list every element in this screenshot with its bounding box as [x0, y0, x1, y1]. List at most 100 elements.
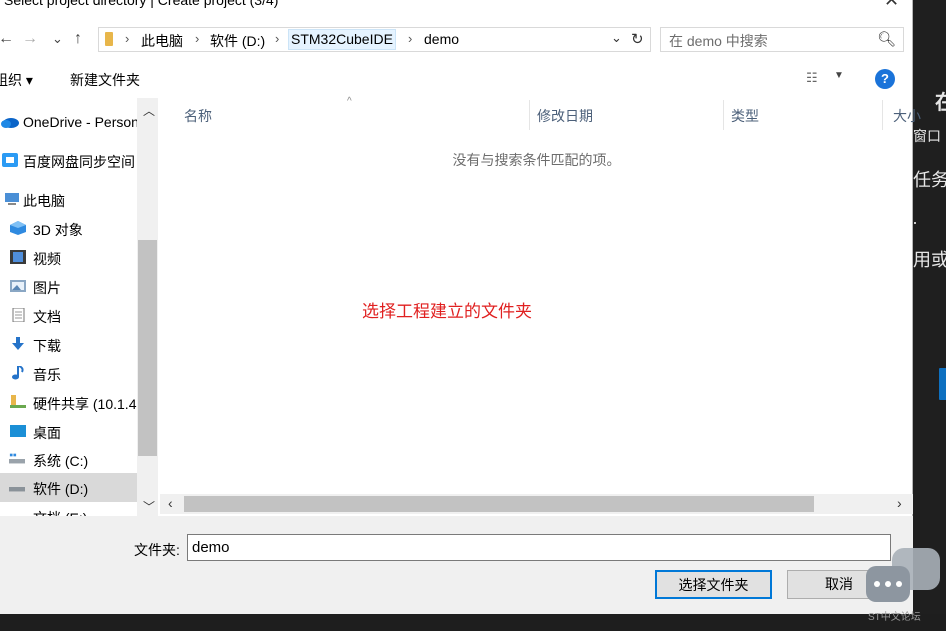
network-drive-icon [10, 395, 26, 408]
chevron-right-icon[interactable]: › [897, 495, 902, 511]
background-button[interactable] [939, 368, 946, 400]
chat-widget[interactable]: ST中文论坛 [866, 548, 942, 623]
folder-icon [105, 32, 113, 46]
taskbar-strip [0, 614, 946, 631]
sidebar-item-label: 系统 (C:) [33, 453, 89, 469]
forward-arrow-icon[interactable]: → [22, 30, 38, 48]
column-divider[interactable] [723, 100, 724, 130]
chevron-left-icon[interactable]: ‹ [168, 495, 173, 511]
sidebar-item-drive-e[interactable]: 文档 (E:) [0, 504, 137, 516]
search-placeholder: 在 demo 中搜索 [669, 33, 768, 49]
sidebar-item-drive-d[interactable]: 软件 (D:) [0, 473, 137, 502]
refresh-icon[interactable]: ↻ [631, 30, 644, 48]
computer-icon [5, 193, 19, 205]
chat-widget-caption: ST中文论坛 [868, 612, 921, 623]
chevron-right-icon[interactable]: › [125, 31, 129, 46]
column-header-type[interactable]: 类型 [731, 106, 759, 126]
dialog-footer: 文件夹: 选择文件夹 取消 [0, 516, 913, 614]
column-header-name[interactable]: 名称 [184, 106, 212, 126]
sidebar-item-label: 桌面 [33, 425, 61, 441]
sidebar-item-label: 文档 (E:) [33, 508, 87, 516]
sidebar-item-downloads[interactable]: 下载 [0, 332, 137, 358]
sidebar-item-desktop[interactable]: 桌面 [0, 419, 137, 445]
chevron-down-icon[interactable]: ⌄ [611, 30, 622, 46]
search-box[interactable]: 在 demo 中搜索 🔍︎ [660, 27, 904, 52]
folder-name-input[interactable] [187, 534, 891, 561]
new-folder-button[interactable]: 新建文件夹 [70, 70, 140, 90]
annotation-text: 选择工程建立的文件夹 [362, 302, 532, 321]
sidebar-item-network-share[interactable]: 硬件共享 (10.1.4 [0, 390, 137, 416]
address-bar[interactable]: › 此电脑 › 软件 (D:) › STM32CubeIDE › demo ⌄ … [98, 27, 651, 52]
breadcrumb-drive-d[interactable]: 软件 (D:) [210, 31, 265, 51]
column-header-modified[interactable]: 修改日期 [537, 106, 593, 126]
sidebar-item-label: 百度网盘同步空间 [23, 154, 135, 170]
picture-icon [10, 280, 26, 292]
view-options-icon[interactable]: ☷ [806, 70, 818, 86]
column-divider[interactable] [882, 100, 883, 130]
background-app-panel: 在 窗口 任务 用或 [913, 0, 946, 631]
sidebar-item-label: 硬件共享 (10.1.4 [33, 396, 137, 412]
sort-ascending-icon: ^ [347, 96, 352, 107]
horizontal-scrollbar[interactable]: ‹ › [160, 494, 913, 514]
dialog-title: Select project directory | Create projec… [4, 0, 279, 8]
sidebar-item-this-pc[interactable]: 此电脑 [0, 187, 137, 213]
breadcrumb-stm32cubeide[interactable]: STM32CubeIDE [288, 29, 396, 50]
desktop-icon [10, 425, 26, 437]
empty-results-message: 没有与搜索条件匹配的项。 [452, 152, 621, 168]
title-bar: Select project directory | Create projec… [0, 0, 913, 18]
column-divider[interactable] [529, 100, 530, 130]
sidebar-item-label: 3D 对象 [33, 222, 83, 238]
sidebar-item-baidu-netdisk[interactable]: 百度网盘同步空间 [0, 148, 137, 174]
sidebar-item-label: 文档 [33, 309, 61, 325]
sidebar-item-video[interactable]: 视频 [0, 245, 137, 271]
drive-icon [9, 487, 25, 492]
sidebar-item-label: 下载 [33, 338, 61, 354]
breadcrumb-this-pc[interactable]: 此电脑 [141, 31, 183, 51]
up-arrow-icon[interactable]: ↑ [74, 30, 82, 48]
sidebar-item-label: 音乐 [33, 367, 61, 383]
chevron-right-icon[interactable]: › [408, 31, 412, 46]
horizontal-scrollbar-thumb[interactable] [184, 496, 814, 512]
document-icon [12, 308, 25, 322]
organize-menu[interactable]: 组织 ▾ [0, 70, 33, 90]
sidebar-item-pictures[interactable]: 图片 [0, 274, 137, 300]
folder-label: 文件夹: [134, 542, 180, 558]
3d-objects-icon [10, 221, 26, 235]
sidebar-item-drive-c[interactable]: 系统 (C:) [0, 447, 137, 473]
breadcrumb-demo[interactable]: demo [424, 31, 459, 47]
sidebar-item-3d-objects[interactable]: 3D 对象 [0, 216, 137, 242]
sidebar-item-onedrive[interactable]: OneDrive - Personal [0, 110, 137, 136]
back-arrow-icon[interactable]: ← [0, 30, 14, 48]
sidebar-item-label: 图片 [33, 280, 61, 296]
sidebar-item-label: 此电脑 [23, 193, 65, 209]
download-icon [12, 337, 24, 350]
music-icon [12, 366, 24, 380]
background-text: 用或 [913, 250, 946, 270]
chevron-down-icon[interactable]: ﹀ [143, 498, 155, 515]
recent-locations-icon[interactable]: ⌄ [52, 31, 63, 47]
video-icon [10, 250, 26, 264]
column-header-size[interactable]: 大小 [893, 106, 921, 126]
chevron-right-icon[interactable]: › [195, 31, 199, 46]
help-icon[interactable]: ? [875, 69, 895, 89]
baidu-netdisk-icon [2, 153, 18, 167]
sidebar-scrollbar-thumb[interactable] [138, 240, 157, 456]
search-icon[interactable]: 🔍︎ [877, 30, 896, 48]
background-text: 在 [935, 92, 946, 114]
chevron-right-icon[interactable]: › [275, 31, 279, 46]
close-icon[interactable]: ✕ [884, 0, 899, 11]
background-dot [914, 222, 916, 224]
chevron-down-icon[interactable]: ▼ [834, 70, 844, 81]
sidebar-item-music[interactable]: 音乐 [0, 361, 137, 387]
chevron-up-icon[interactable]: ︿ [143, 102, 155, 119]
sidebar-item-label: OneDrive - Personal [23, 114, 137, 130]
select-folder-button[interactable]: 选择文件夹 [655, 570, 772, 599]
sidebar-item-documents[interactable]: 文档 [0, 303, 137, 329]
background-text: 任务 [913, 170, 946, 190]
sidebar-item-label: 软件 (D:) [33, 481, 89, 497]
file-list: ^ 名称 修改日期 类型 大小 没有与搜索条件匹配的项。 选择工程建立的文件夹 … [160, 96, 921, 516]
select-directory-dialog: Select project directory | Create projec… [0, 0, 921, 614]
navigation-pane: OneDrive - Personal 百度网盘同步空间 此电脑 3D 对象 视… [0, 98, 160, 516]
drive-icon [9, 453, 25, 464]
drive-icon [9, 509, 25, 516]
